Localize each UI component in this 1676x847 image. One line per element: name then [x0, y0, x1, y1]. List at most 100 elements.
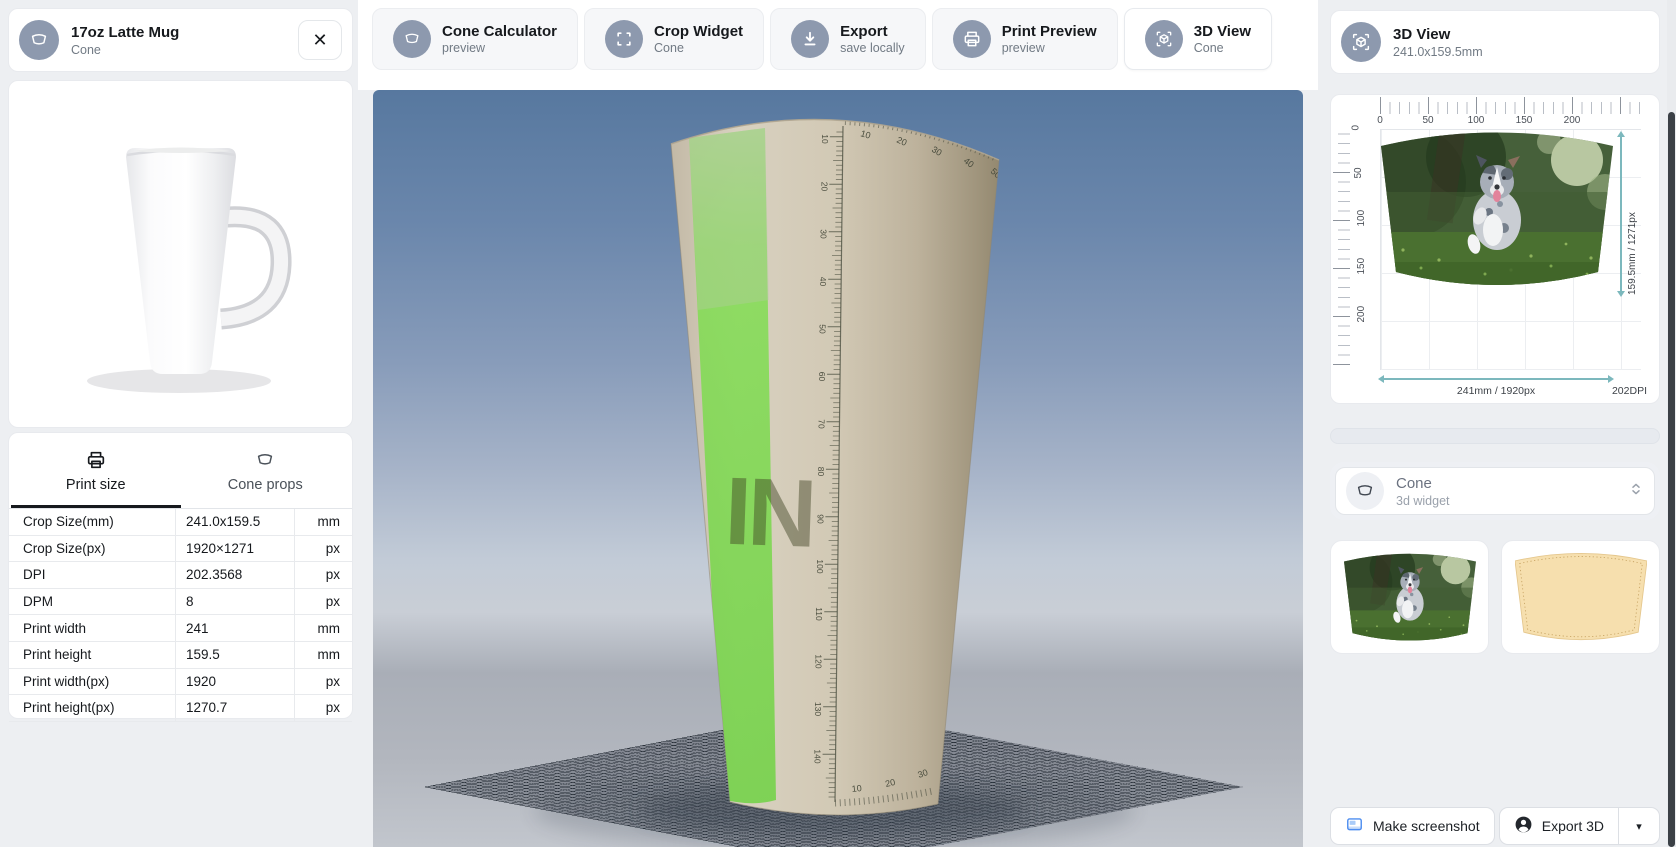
product-header-card: 17oz Latte Mug Cone ✕ — [8, 8, 353, 72]
row-label: Print width(px) — [9, 668, 176, 695]
widget-select[interactable]: Cone 3d widget — [1335, 467, 1655, 515]
tab-label: Print Preview — [1001, 23, 1097, 40]
preview-plot-area — [1380, 129, 1641, 370]
table-row: Print height(px) 1270.7 px — [9, 695, 352, 722]
height-label: 159.5mm / 1271px — [1627, 212, 1638, 295]
cube-icon — [1144, 20, 1183, 58]
cone-ruler-number: 20 — [819, 182, 829, 192]
tab-sublabel: Cone — [654, 41, 684, 55]
cone-icon — [19, 20, 59, 60]
row-label: Crop Size(px) — [9, 535, 176, 562]
ruler-x-label: 0 — [1377, 115, 1383, 126]
left-tab-bar: Print size Cone props — [9, 443, 352, 508]
make-screenshot-label: Make screenshot — [1373, 818, 1480, 834]
mug-photo — [86, 147, 292, 393]
tab-sublabel: Cone — [1193, 41, 1224, 55]
row-unit: mm — [317, 647, 341, 663]
tab-sublabel: preview — [1001, 41, 1045, 55]
row-unit: px — [325, 567, 340, 583]
tab-text: Cone Calculator preview — [442, 23, 557, 55]
texture-thumbnails — [1330, 540, 1660, 654]
widget-select-value: Cone — [1396, 474, 1432, 492]
left-tab-label: Cone props — [227, 477, 303, 493]
ruler-x-label: 150 — [1515, 115, 1533, 126]
view-header-card: 3D View 241.0x159.5mm — [1330, 10, 1660, 74]
export-options-caret[interactable]: ▾ — [1618, 807, 1660, 845]
close-icon: ✕ — [312, 29, 328, 50]
mug-print-studio-app: 17oz Latte Mug Cone ✕ Print size Cone pr… — [0, 0, 1676, 847]
make-screenshot-button[interactable]: Make screenshot — [1330, 807, 1495, 845]
thumbnail-artwork[interactable] — [1330, 540, 1489, 654]
cone-ruler-number: 140 — [813, 749, 823, 763]
row-value: 241 — [176, 615, 295, 641]
row-label: Crop Size(mm) — [9, 509, 176, 535]
cone-template-shape — [1514, 553, 1647, 641]
cone-ruler-number: 80 — [816, 467, 826, 477]
tab-text: Print Preview preview — [1002, 23, 1097, 55]
viewport-3d[interactable]: IN 10 20 30 40 50 60 70 80 90 100 110 120 130 140 10 2… — [373, 90, 1303, 847]
cone-ruler-number: 100 — [815, 559, 825, 573]
left-tab-cone-props[interactable]: Cone props — [181, 443, 351, 508]
row-value: 1270.7 — [176, 695, 295, 721]
row-value: 1920 — [176, 668, 295, 695]
close-button[interactable]: ✕ — [298, 20, 342, 60]
table-row: Crop Size(px) 1920×1271 px — [9, 535, 352, 563]
ruler-y-ticks-major — [1333, 129, 1350, 365]
tab-sublabel: save locally — [840, 41, 905, 55]
unwrap-preview-card: 0 50 100 150 200 0 50 100 150 200 241mm / 1920px… — [1330, 94, 1660, 404]
tab-label: 3D View — [1193, 23, 1251, 40]
cone-ruler-number: 120 — [814, 654, 824, 668]
cone-ruler-number: 10 — [820, 134, 830, 144]
tab-text: 3D View Cone — [1194, 23, 1251, 55]
caret-down-icon: ▾ — [1636, 820, 1642, 833]
row-value: 8 — [176, 588, 295, 615]
right-panel: 3D View 241.0x159.5mm 0 50 100 150 200 0 50 10… — [1330, 10, 1660, 847]
ruler-y-label: 100 — [1355, 209, 1367, 227]
row-value: 1920×1271 — [176, 535, 295, 562]
cube-scan-icon — [1341, 22, 1381, 62]
thumbnail-cone-template[interactable] — [1501, 540, 1660, 654]
widget-select-sublabel: 3d widget — [1396, 493, 1450, 508]
left-tab-label: Print size — [65, 477, 126, 493]
cone-ruler-number: 40 — [818, 277, 828, 287]
cone-ruler-number: 70 — [816, 419, 826, 429]
tab-crop-widget[interactable]: Crop Widget Cone — [584, 8, 765, 70]
crop-icon — [605, 20, 644, 58]
collapsed-panel-bar[interactable] — [1330, 428, 1660, 444]
row-unit: px — [325, 673, 340, 689]
row-value: 241.0x159.5 — [176, 509, 295, 535]
ruler-x-ticks-major — [1380, 97, 1640, 114]
height-arrow — [1617, 131, 1625, 297]
row-label: DPI — [9, 562, 176, 588]
tab-text: Export save locally — [840, 23, 905, 55]
tab-3d-view[interactable]: 3D View Cone — [1123, 8, 1272, 70]
left-properties-panel: Print size Cone props Crop Size(mm) 241.… — [8, 432, 353, 722]
scrollbar-thumb[interactable] — [1668, 112, 1675, 847]
tab-cone-calculator[interactable]: Cone Calculator preview — [372, 8, 579, 70]
cone-ruler-number: 90 — [815, 514, 825, 524]
left-tab-print-size[interactable]: Print size — [11, 443, 181, 508]
tab-label: Crop Widget — [654, 23, 744, 40]
tab-export[interactable]: Export save locally — [770, 8, 926, 70]
ruler-y-label: 200 — [1355, 305, 1367, 323]
view-title: 3D View — [1393, 25, 1451, 43]
tab-print-preview[interactable]: Print Preview preview — [931, 8, 1118, 70]
ruler-y-label: 50 — [1353, 167, 1365, 179]
row-label: Print height(px) — [9, 695, 176, 721]
ruler-y-label: 150 — [1355, 257, 1367, 275]
ruler-x-label: 200 — [1563, 115, 1581, 126]
cone-ruler-number: 30 — [819, 229, 829, 239]
tab-label: Cone Calculator — [442, 23, 558, 40]
product-title: 17oz Latte Mug — [71, 23, 180, 41]
screenshot-icon — [1345, 815, 1364, 837]
export-3d-button[interactable]: Export 3D — [1498, 807, 1618, 845]
table-row: Crop Size(mm) 241.0x159.5 mm — [9, 509, 352, 536]
download-icon — [791, 20, 830, 58]
ruler-y-label: 0 — [1350, 124, 1362, 131]
row-unit: px — [325, 700, 340, 716]
width-arrow — [1378, 375, 1614, 383]
tab-sublabel: preview — [442, 41, 486, 55]
rim-bottom-number: 10 — [851, 783, 862, 794]
table-row: Print height 159.5 mm — [9, 641, 352, 669]
printer-icon — [952, 20, 991, 58]
